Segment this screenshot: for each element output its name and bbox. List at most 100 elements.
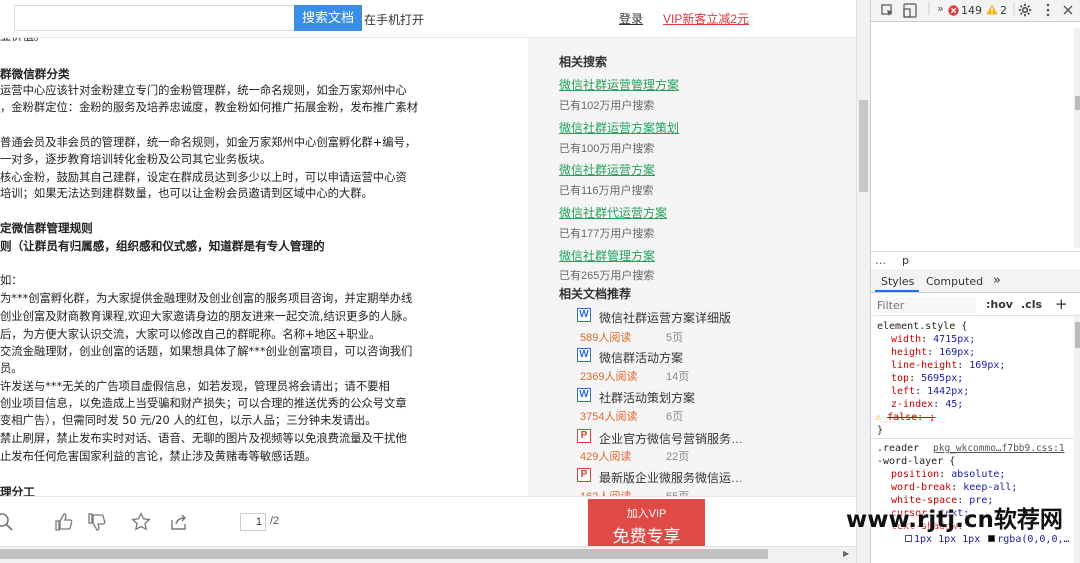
right-sidebar: 相关搜索 微信社群运营管理方案 已有102万用户搜索 微信社群运营方案策划 已有…	[528, 38, 856, 496]
related-search-link[interactable]: 微信社群代运营方案	[559, 204, 667, 221]
elements-scrollbar[interactable]	[1074, 28, 1080, 248]
breadcrumb-item[interactable]: p	[902, 254, 909, 267]
related-search-link[interactable]: 微信社群运营方案	[559, 161, 655, 178]
toolbar-separator: |	[927, 1, 932, 15]
elements-scrollbar-thumb[interactable]	[1075, 96, 1080, 110]
styles-scrollbar[interactable]	[1074, 316, 1080, 563]
css-prop-name: left	[891, 386, 916, 397]
recommend-doc-link[interactable]: 微信群活动方案	[599, 349, 741, 366]
close-icon[interactable]	[1063, 5, 1073, 15]
css-declaration[interactable]: z-index: 45;	[891, 399, 963, 412]
tab-more-icon[interactable]: »	[993, 273, 1001, 288]
vertical-scrollbar[interactable]	[856, 0, 870, 563]
thumbs-up-icon[interactable]	[54, 512, 74, 532]
related-search-link[interactable]: 微信社群运营管理方案	[559, 76, 679, 93]
css-source-link[interactable]: pkg_wkcommo…f7bb9.css:1	[933, 443, 1065, 456]
horizontal-scrollbar-thumb[interactable]	[0, 549, 768, 559]
hover-state-toggle[interactable]: :hov	[986, 298, 1013, 311]
css-declaration[interactable]: position: absolute;	[891, 469, 1005, 482]
css-declaration[interactable]: height: 169px;	[891, 347, 975, 360]
recommend-reads: 2369人阅读	[580, 371, 638, 383]
devtools-panel: | » 149 2 | … p Styles Computed » :hov .…	[870, 0, 1080, 563]
doc-text-line: 一对多，逐步教育培训转化金粉及公司其它业务板块。	[0, 153, 272, 166]
kebab-menu-icon[interactable]	[1045, 3, 1051, 17]
styles-scrollbar-thumb[interactable]	[1075, 322, 1080, 348]
more-tabs-icon[interactable]: »	[937, 2, 944, 15]
share-icon[interactable]	[169, 512, 189, 532]
warning-icon[interactable]	[986, 4, 998, 15]
css-prop-value: 1442px;	[927, 386, 970, 397]
doc-text-line: 变相广告），但需同时发 50 元/20 人的红包，以示人品；三分钟未发请出。	[0, 414, 377, 427]
elements-tree[interactable]	[871, 22, 1080, 250]
active-tab-indicator	[875, 290, 919, 292]
tab-computed[interactable]: Computed	[926, 275, 983, 288]
invalid-warning-icon: ⚠	[875, 412, 882, 423]
login-link[interactable]: 登录	[619, 10, 643, 27]
styles-rule-divider	[871, 438, 1080, 439]
doc-text-line: ，金粉群定位：金粉的服务及培养忠诚度，教金粉如何推广拓展金粉，发布推广素材	[0, 101, 418, 114]
recommend-pages: 14页	[666, 371, 690, 383]
word-doc-icon: W	[577, 388, 591, 402]
related-search-meta: 已有265万用户搜索	[559, 270, 655, 282]
class-toggle[interactable]: .cls	[1021, 298, 1042, 311]
doc-text-line: 创业创富及财商教育课程,欢迎大家邀请身边的朋友进来一起交流,结识更多的人脉。	[0, 310, 414, 323]
css-prop-name: word-break	[891, 482, 952, 493]
related-search-link[interactable]: 微信社群管理方案	[559, 247, 655, 264]
scroll-right-arrow-icon[interactable]: ▶	[843, 549, 849, 558]
recommend-pages: 5页	[666, 332, 684, 344]
css-prop-value: rgba(0,0,0,…	[997, 534, 1070, 545]
css-prop-value: 1px 1px 1px	[914, 534, 981, 545]
gear-icon[interactable]	[1018, 3, 1032, 17]
vip-button-line2: 免费专享	[612, 527, 681, 546]
color-swatch-icon[interactable]	[988, 535, 996, 542]
star-icon[interactable]	[131, 512, 151, 532]
recommend-doc-link[interactable]: 企业官方微信号营销服务…	[599, 430, 741, 447]
recommend-reads: 429人阅读	[580, 451, 632, 463]
search-input[interactable]	[14, 5, 294, 31]
breadcrumb-overflow-icon[interactable]: …	[875, 254, 886, 267]
zoom-icon[interactable]	[0, 512, 14, 532]
css-shadow-value[interactable]: 1px 1px 1px rgba(0,0,0,…	[905, 534, 1070, 547]
device-toggle-icon[interactable]	[903, 3, 917, 18]
css-prop-value: absolute;	[951, 469, 1006, 480]
doc-text-line: 交流金融理财，创业创富的话题，如果想具体了解***创业创富项目，可以咨询我们	[0, 345, 413, 358]
css-rule-close: }	[877, 425, 884, 436]
site-watermark: www.rjtj.cn软荐网	[846, 507, 1063, 533]
css-declaration-invalid[interactable]: ⚠ false: ;	[875, 412, 935, 425]
inspect-element-icon[interactable]	[881, 4, 894, 17]
search-button[interactable]: 搜索文档	[294, 5, 362, 31]
tab-styles[interactable]: Styles	[881, 275, 914, 288]
warning-count: 2	[1000, 4, 1007, 17]
recommend-doc-link[interactable]: 最新版企业微服务微信运…	[599, 469, 741, 486]
add-rule-button[interactable]: +	[1055, 295, 1068, 313]
word-doc-icon: W	[577, 348, 591, 362]
css-declaration[interactable]: word-break: keep-all;	[891, 482, 1017, 495]
css-invalid-decl: false: ;	[887, 412, 936, 423]
css-declaration[interactable]: left: 1442px;	[891, 386, 969, 399]
recommend-doc-link[interactable]: 微信社群运营方案详细版	[599, 309, 741, 326]
css-selector-cont: -word-layer {	[877, 456, 956, 467]
page-number-input[interactable]: 1	[240, 513, 266, 531]
css-selector: element.style {	[877, 321, 968, 332]
thumbs-down-icon[interactable]	[87, 512, 107, 532]
document-content[interactable]: 业价值。群微信群分类运营中心应该针对金粉建立专门的金粉管理群，统一命名规则，如金…	[0, 38, 528, 496]
related-search-meta: 已有100万用户搜索	[559, 143, 655, 155]
recommend-doc-link[interactable]: 社群活动策划方案	[599, 389, 741, 406]
css-declaration[interactable]: top: 5695px;	[891, 373, 963, 386]
devtools-toolbar: | » 149 2 |	[871, 0, 1080, 22]
vertical-scrollbar-thumb[interactable]	[859, 100, 868, 192]
css-declaration[interactable]: line-height: 169px;	[891, 360, 1005, 373]
ppt-doc-icon: P	[577, 468, 591, 482]
error-icon[interactable]	[948, 5, 959, 16]
vip-promo-link[interactable]: VIP新客立减2元	[663, 10, 749, 27]
browser-page: 搜索文档 在手机打开 登录 VIP新客立减2元 业价值。群微信群分类运营中心应该…	[0, 0, 856, 563]
css-declaration[interactable]: width: 4715px;	[891, 334, 975, 347]
styles-filter-input[interactable]	[874, 297, 976, 313]
join-vip-button[interactable]: 加入VIP 免费专享	[588, 499, 705, 547]
open-on-phone-link[interactable]: 在手机打开	[364, 11, 424, 28]
css-prop-value: 169px;	[939, 347, 976, 358]
recommend-pages: 6页	[666, 411, 684, 423]
doc-text-line: 许发送与***无关的广告项目虚假信息，如若发现，管理员将会请出；请不要相	[0, 380, 390, 393]
related-search-link[interactable]: 微信社群运营方案策划	[559, 119, 679, 136]
css-prop-name: height	[891, 347, 928, 358]
